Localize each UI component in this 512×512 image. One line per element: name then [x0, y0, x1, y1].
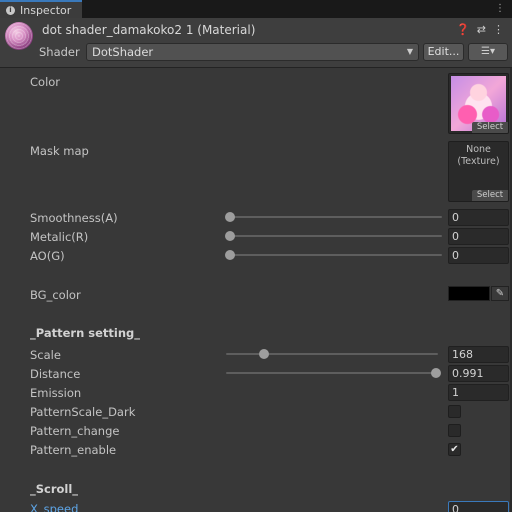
pattern-scale-dark-label: PatternScale_Dark — [30, 405, 136, 419]
pattern-enable-label: Pattern_enable — [30, 443, 117, 457]
pattern-enable-checkbox[interactable]: ✔ — [448, 443, 461, 456]
x-speed-label: X_speed — [30, 502, 79, 512]
bg-color-swatch[interactable] — [448, 286, 490, 301]
info-icon: i — [6, 5, 15, 15]
metalic-slider-handle[interactable] — [225, 231, 235, 241]
preset-icon[interactable]: ⇄ — [477, 23, 486, 36]
mask-map-select-button[interactable]: Select — [472, 190, 508, 201]
pattern-setting-header: _Pattern setting_ — [30, 326, 141, 340]
emission-label: Emission — [30, 386, 82, 400]
distance-field[interactable]: 0.991 — [448, 365, 509, 382]
color-label: Color — [30, 75, 61, 89]
ao-slider-track[interactable] — [230, 254, 442, 256]
chevron-down-icon: ▼ — [406, 47, 413, 56]
tab-bar: i Inspector ⋮ — [0, 0, 512, 18]
smoothness-slider-handle[interactable] — [225, 212, 235, 222]
scale-label: Scale — [30, 348, 61, 362]
distance-label: Distance — [30, 367, 81, 381]
ao-slider-handle[interactable] — [225, 250, 235, 260]
distance-slider-track[interactable] — [226, 372, 438, 374]
pattern-change-label: Pattern_change — [30, 424, 120, 438]
shader-label: Shader — [39, 45, 80, 59]
metalic-field[interactable]: 0 — [448, 228, 509, 245]
metalic-label: Metalic(R) — [30, 230, 89, 244]
shader-dropdown[interactable]: DotShader ▼ — [86, 43, 419, 61]
emission-field[interactable]: 1 — [448, 384, 509, 401]
smoothness-label: Smoothness(A) — [30, 211, 118, 225]
scale-field[interactable]: 168 — [448, 346, 509, 363]
mask-map-label: Mask map — [30, 144, 89, 158]
distance-slider-handle[interactable] — [430, 368, 441, 378]
material-preview-icon — [5, 22, 33, 50]
smoothness-slider-track[interactable] — [230, 216, 442, 218]
mask-map-texture-slot[interactable]: None (Texture) Select — [448, 141, 509, 202]
material-header: dot shader_damakoko2 1 (Material) ❓ ⇄ ⋮ … — [0, 18, 512, 68]
shader-value: DotShader — [92, 45, 154, 59]
smoothness-field[interactable]: 0 — [448, 209, 509, 226]
x-speed-field[interactable]: 0 — [448, 501, 509, 512]
tab-title: Inspector — [20, 3, 72, 17]
ao-field[interactable]: 0 — [448, 247, 509, 264]
scale-slider-handle[interactable] — [259, 349, 270, 359]
tab-inspector[interactable]: i Inspector — [0, 0, 82, 18]
header-icons: ❓ ⇄ ⋮ — [456, 23, 504, 36]
color-texture-slot[interactable]: Select — [448, 73, 509, 134]
bg-color-label: BG_color — [30, 288, 81, 302]
mask-map-none-text: None (Texture) — [457, 144, 500, 167]
metalic-slider-track[interactable] — [230, 235, 442, 237]
context-menu-icon[interactable]: ⋮ — [493, 23, 504, 36]
ao-label: AO(G) — [30, 249, 65, 263]
color-texture-select-button[interactable]: Select — [472, 122, 508, 133]
shader-list-button[interactable]: ☰▾ — [468, 43, 508, 61]
pattern-scale-dark-checkbox[interactable] — [448, 405, 461, 418]
scroll-section-header: _Scroll_ — [30, 482, 79, 496]
tab-menu-icon[interactable]: ⋮ — [495, 3, 506, 14]
eyedropper-icon[interactable]: ✎ — [491, 286, 509, 301]
pattern-change-checkbox[interactable] — [448, 424, 461, 437]
help-icon[interactable]: ❓ — [456, 23, 470, 36]
material-title: dot shader_damakoko2 1 (Material) — [42, 23, 256, 37]
edit-shader-button[interactable]: Edit... — [423, 43, 464, 61]
scale-slider-track[interactable] — [226, 353, 438, 355]
